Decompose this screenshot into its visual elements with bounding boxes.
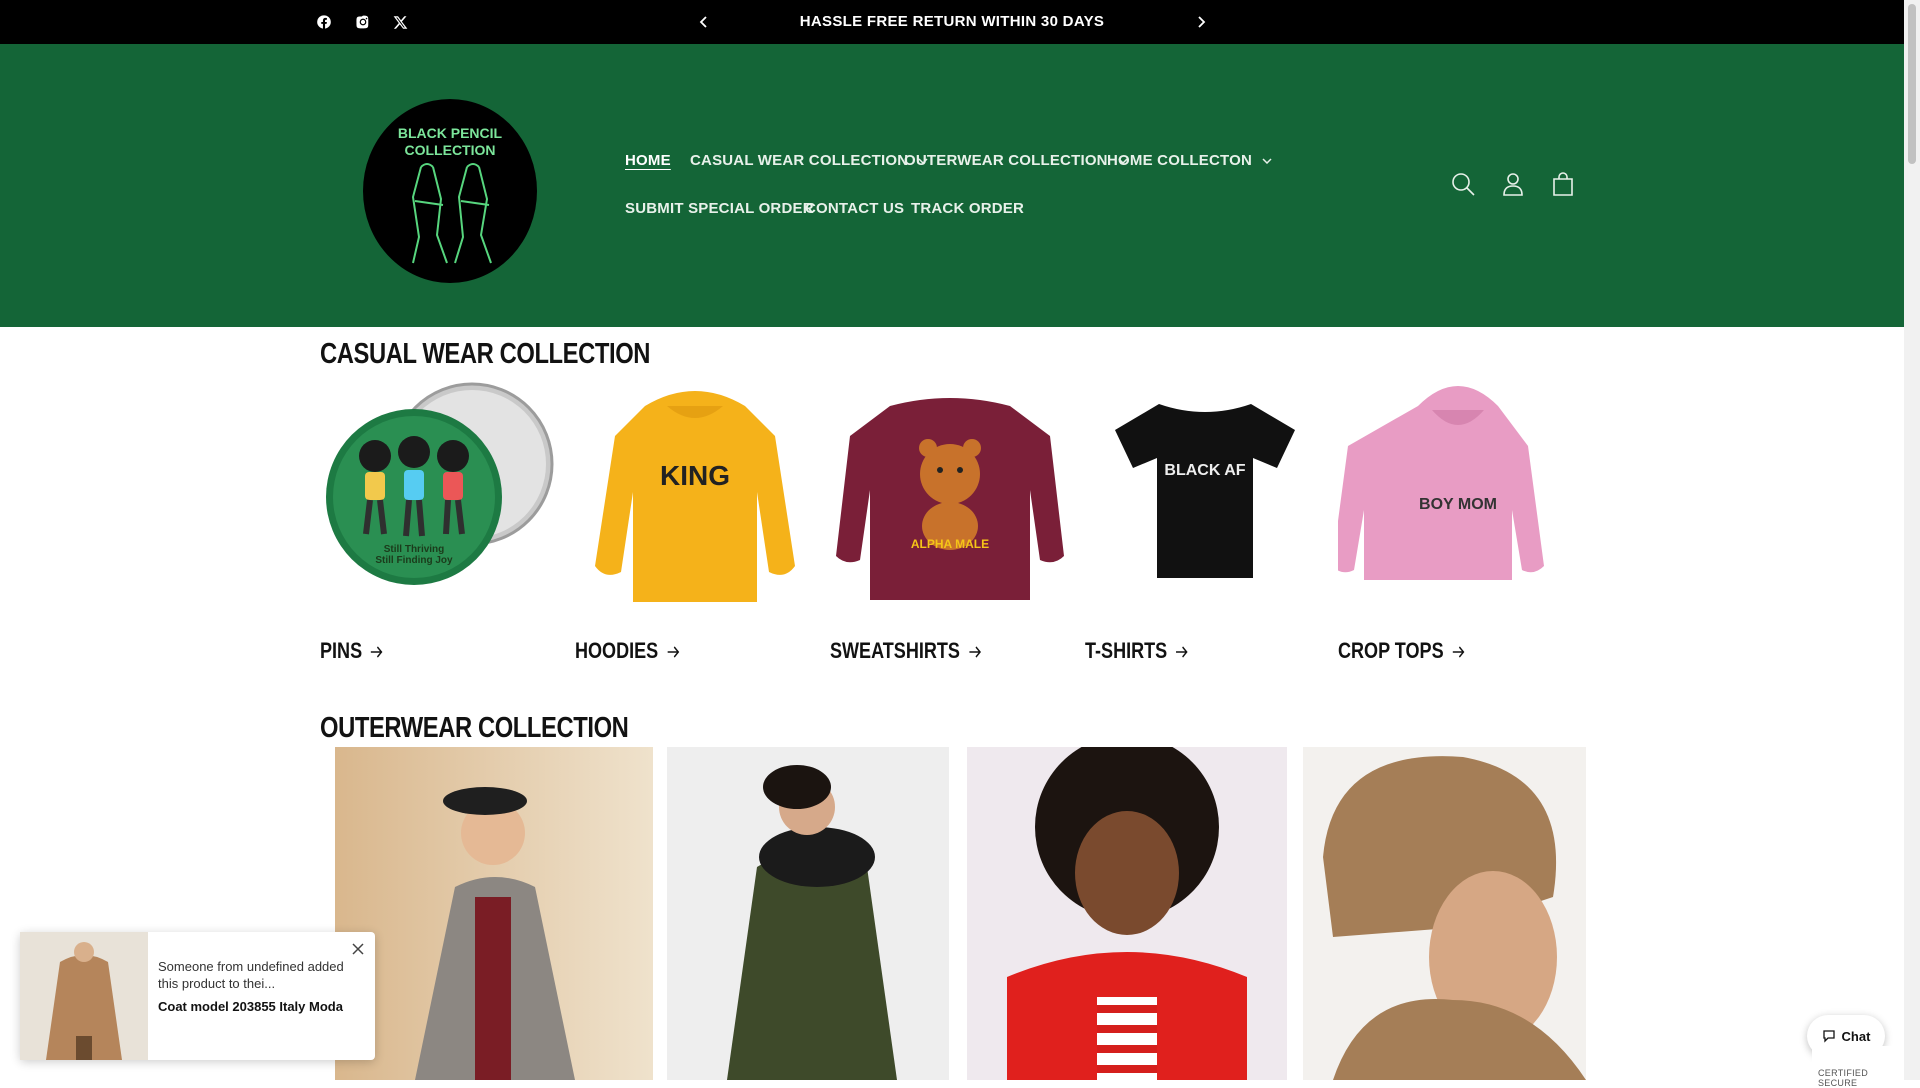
announcement-bar: HASSLE FREE RETURN WITHIN 30 DAYS xyxy=(0,0,1904,44)
announcement-text: HASSLE FREE RETURN WITHIN 30 DAYS xyxy=(799,13,1105,30)
nav-casual-wear-label: CASUAL WEAR COLLECTION xyxy=(690,152,909,169)
account-icon[interactable] xyxy=(1499,170,1527,198)
pins-label: PINS xyxy=(320,638,363,663)
crop-tops-label: CROP TOPS xyxy=(1338,638,1444,663)
t-shirts-label: T-SHIRTS xyxy=(1085,638,1168,663)
chevron-down-icon xyxy=(1262,158,1272,165)
t-shirts-link[interactable]: T-SHIRTS xyxy=(1085,638,1189,664)
arrow-right-icon xyxy=(371,646,383,658)
security-badge[interactable]: CERTIFIED SECURE xyxy=(1812,1046,1904,1088)
sweatshirts-link[interactable]: SWEATSHIRTS xyxy=(830,638,981,664)
arrow-right-icon xyxy=(969,646,981,658)
scrollbar-thumb[interactable] xyxy=(1908,4,1916,164)
nav-home-collection[interactable]: HOME COLLECTON xyxy=(1107,152,1272,169)
sweatshirts-image-text: ALPHA MALE xyxy=(910,537,990,551)
crop-tops-card-image[interactable]: BOY MOM xyxy=(1332,376,1578,608)
crop-tops-link[interactable]: CROP TOPS xyxy=(1338,638,1465,664)
nav-casual-wear[interactable]: CASUAL WEAR COLLECTION xyxy=(690,152,928,169)
t-shirts-card-image[interactable]: BLACK AF xyxy=(1085,376,1325,608)
nav-home[interactable]: HOME xyxy=(625,152,671,169)
outerwear-photo-beanie[interactable] xyxy=(1303,747,1586,1080)
popup-product-thumbnail[interactable] xyxy=(20,932,148,1060)
recent-purchase-popup: Someone from undefined added this produc… xyxy=(20,932,375,1060)
site-logo[interactable]: BLACK PENCIL COLLECTION xyxy=(363,99,537,283)
outerwear-section-title: OUTERWEAR COLLECTION xyxy=(320,712,629,744)
nav-outerwear[interactable]: OUTERWEAR COLLECTION xyxy=(904,152,1128,169)
close-icon[interactable] xyxy=(351,942,365,956)
nav-outerwear-label: OUTERWEAR COLLECTION xyxy=(904,152,1108,169)
outerwear-photo-scarf[interactable] xyxy=(967,747,1287,1080)
crop-tops-image-text: BOY MOM xyxy=(1419,496,1497,513)
popup-message: Someone from undefined added this produc… xyxy=(158,959,344,991)
sweatshirts-card-image[interactable]: ALPHA MALE xyxy=(830,376,1070,608)
sweatshirts-label: SWEATSHIRTS xyxy=(830,638,960,663)
cart-icon[interactable] xyxy=(1549,170,1577,198)
site-header xyxy=(0,44,1904,327)
announcement-next-arrow[interactable] xyxy=(1191,12,1211,32)
page-scrollbar[interactable] xyxy=(1904,0,1920,1080)
popup-product-name[interactable]: Coat model 203855 Italy Moda xyxy=(158,997,358,1017)
chat-label: Chat xyxy=(1841,1028,1871,1044)
outerwear-photo-parka[interactable] xyxy=(667,747,949,1080)
t-shirts-image-text: BLACK AF xyxy=(1164,462,1246,479)
hoodies-card-image[interactable]: KING xyxy=(575,376,815,608)
hoodies-image-text: KING xyxy=(660,460,730,491)
outerwear-photo-coat[interactable] xyxy=(335,747,653,1080)
hoodies-label: HOODIES xyxy=(575,638,659,663)
hoodies-link[interactable]: HOODIES xyxy=(575,638,680,664)
nav-track-order[interactable]: TRACK ORDER xyxy=(911,200,1024,217)
search-icon[interactable] xyxy=(1449,170,1477,198)
arrow-right-icon xyxy=(667,646,679,658)
casual-section-title: CASUAL WEAR COLLECTION xyxy=(320,338,651,370)
pins-link[interactable]: PINS xyxy=(320,638,384,664)
arrow-right-icon xyxy=(1176,646,1188,658)
badge-text: CERTIFIED SECURE xyxy=(1818,1068,1869,1088)
arrow-right-icon xyxy=(1452,646,1465,658)
nav-home-collection-label: HOME COLLECTON xyxy=(1107,152,1253,169)
nav-submit-special-order[interactable]: SUBMIT SPECIAL ORDER xyxy=(625,200,814,217)
nav-contact-us[interactable]: CONTACT US xyxy=(805,200,904,217)
pins-card-image[interactable]: Still Thriving Still Finding Joy xyxy=(320,376,560,608)
logo-figures-illustration xyxy=(411,163,492,264)
pins-image-text: Still Thriving Still Finding Joy xyxy=(375,544,453,566)
chat-bubble-icon xyxy=(1822,1030,1835,1043)
